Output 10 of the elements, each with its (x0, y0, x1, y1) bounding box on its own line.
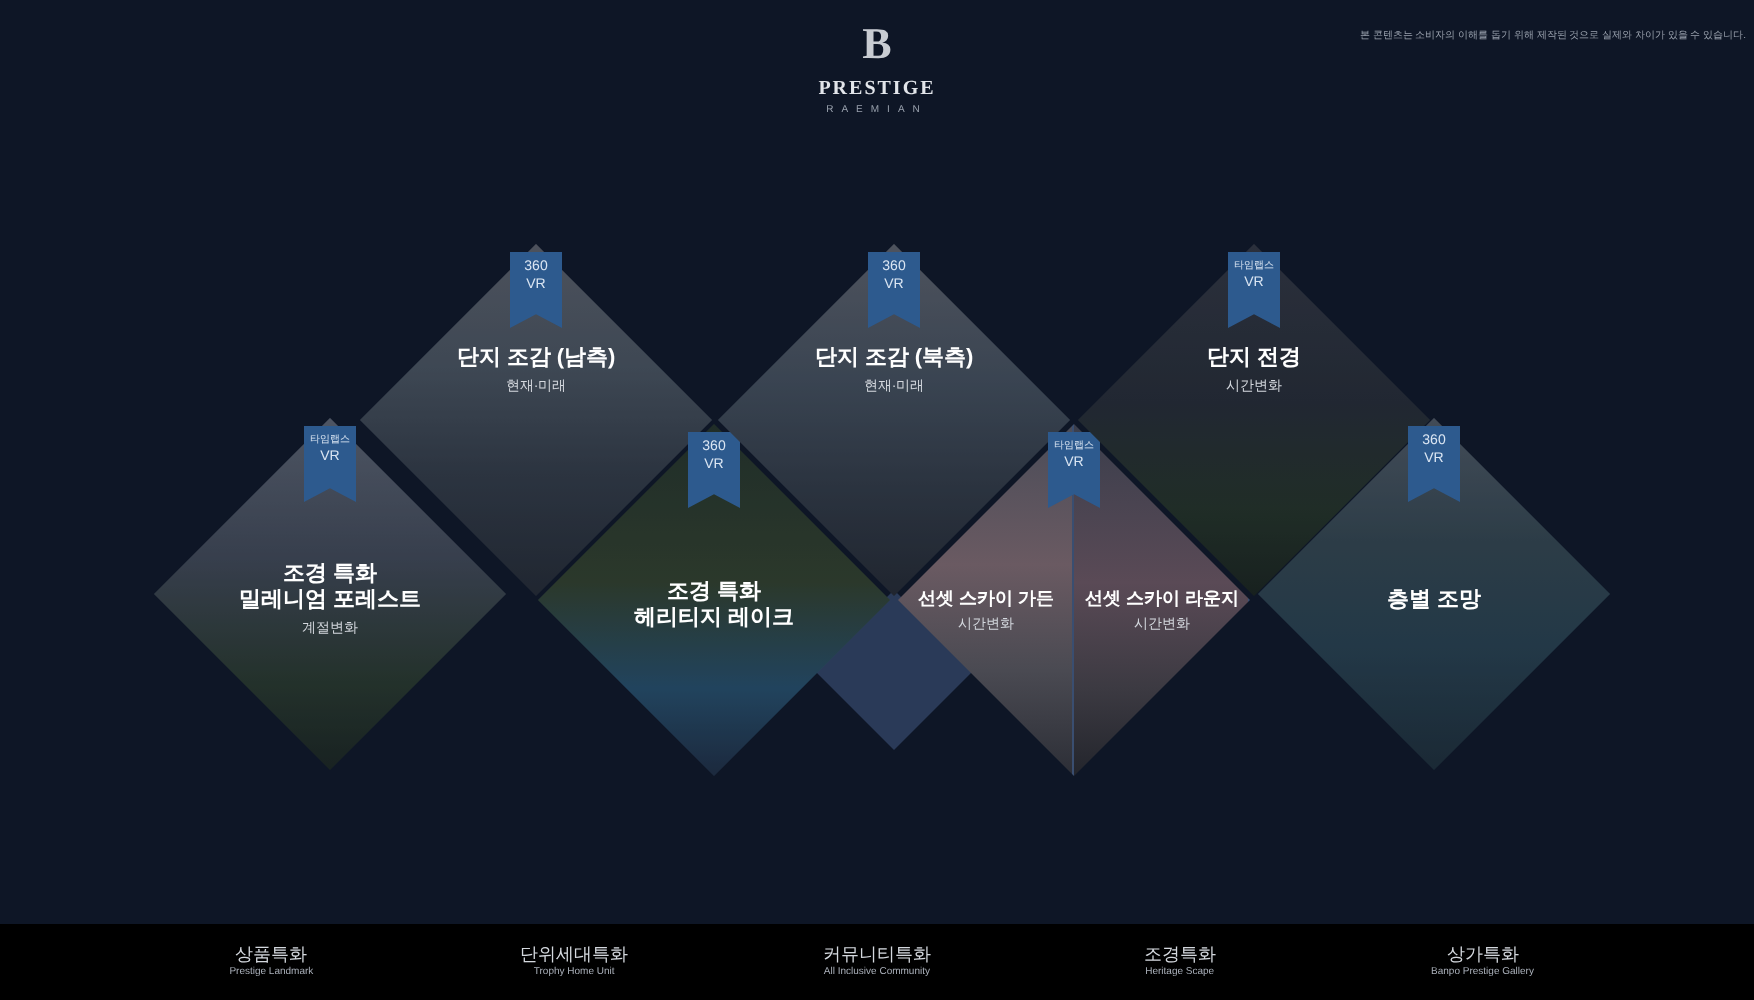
tile-title: 선셋 스카이 가든 (917, 586, 1054, 610)
logo-mark: B (862, 20, 892, 68)
tile-title: 단지 조감 (북측) (814, 345, 974, 371)
tile-title: 단지 조감 (남측) (456, 345, 616, 371)
brand-name: PRESTIGE (818, 76, 936, 104)
tile-title: 조경 특화 헤리티지 레이크 (633, 580, 795, 632)
tile-title: 층별 조망 (1386, 587, 1482, 613)
tile-title: 단지 전경 (1206, 345, 1302, 371)
tile-title: 조경 특화 밀레니엄 포레스트 (238, 562, 422, 614)
tile-title: 선셋 스카이 라운지 (1084, 586, 1239, 610)
